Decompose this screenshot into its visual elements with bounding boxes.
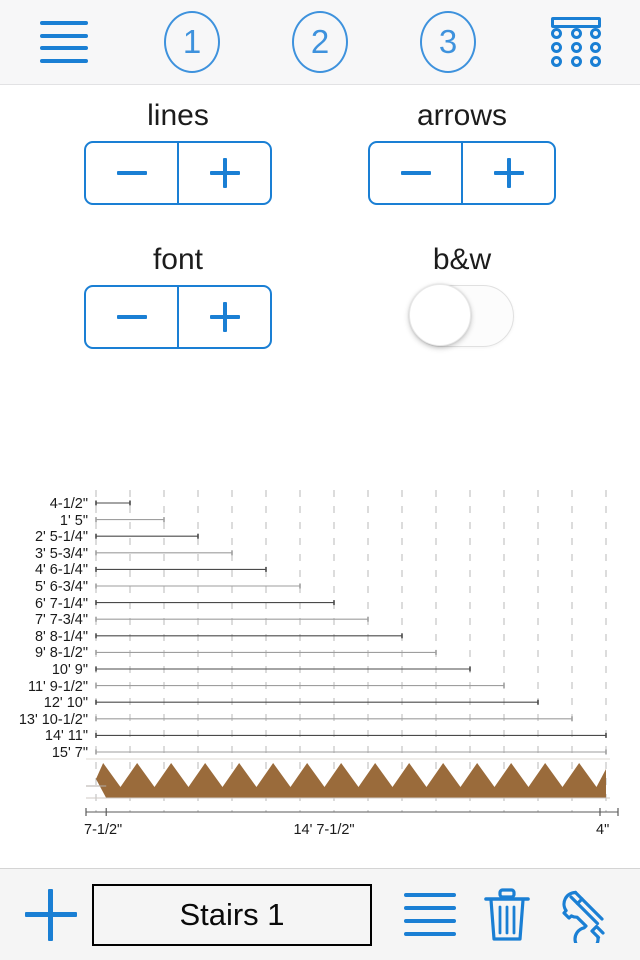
hamburger-menu-icon xyxy=(40,21,88,63)
delete-button[interactable] xyxy=(482,887,532,943)
toggle-knob xyxy=(409,284,471,346)
plus-icon xyxy=(209,158,240,188)
circle-number-3-icon: 3 xyxy=(420,11,476,73)
riser-dimension-label: 5' 6-3/4" xyxy=(34,579,88,595)
wrench-icon xyxy=(562,890,605,943)
font-decrement-button[interactable] xyxy=(86,287,177,347)
step-tab-2[interactable]: 2 xyxy=(256,0,384,84)
minus-icon xyxy=(400,171,431,175)
stair-diagram: 4-1/2" 1' 5" 2' 5-1/4" 3' 5-3/4" 4' 6-1/4" 5'… xyxy=(0,460,640,865)
font-control: font xyxy=(18,245,338,349)
riser-dimension-label: 12' 10" xyxy=(43,695,88,712)
bw-toggle[interactable] xyxy=(409,284,514,347)
list-button[interactable] xyxy=(404,892,456,937)
menu-button[interactable] xyxy=(0,0,128,84)
plus-icon xyxy=(493,158,524,188)
bw-label: b&w xyxy=(432,243,492,276)
riser-dimension-label: 7' 7-3/4" xyxy=(34,612,88,629)
font-increment-button[interactable] xyxy=(177,287,270,347)
riser-dimension-label: 11' 9-1/2" xyxy=(27,678,88,695)
riser-dimension-label: 2' 5-1/4" xyxy=(34,529,88,546)
riser-dimension-label: 10' 9" xyxy=(51,662,88,678)
riser-dimension-label: 6' 7-1/4" xyxy=(34,595,88,612)
lines-decrement-button[interactable] xyxy=(86,143,177,203)
circle-number-1-icon: 1 xyxy=(164,11,220,73)
run-label-center: 14' 7-1/2" xyxy=(293,822,355,838)
calculator-button[interactable] xyxy=(512,0,640,84)
lines-increment-button[interactable] xyxy=(177,143,270,203)
riser-dimension-label: 3' 5-3/4" xyxy=(34,545,88,562)
riser-dimension-label: 15' 7" xyxy=(51,745,88,761)
calculator-icon xyxy=(549,17,603,67)
font-stepper xyxy=(84,285,272,349)
run-label-left: 7-1/2" xyxy=(84,822,123,838)
settings-controls: lines arrows font b&w xyxy=(0,85,640,460)
plus-icon xyxy=(209,302,240,332)
riser-dimension-label: 4-1/2" xyxy=(49,496,88,512)
step-tab-3[interactable]: 3 xyxy=(384,0,512,84)
settings-button[interactable] xyxy=(558,887,614,943)
font-label: font xyxy=(152,243,204,276)
run-label-right: 4" xyxy=(596,822,610,838)
riser-dimension-label: 14' 11" xyxy=(44,728,88,745)
bottom-toolbar: Stairs 1 xyxy=(0,868,640,960)
bottom-icon-group xyxy=(372,869,640,960)
lines-label: lines xyxy=(147,99,209,132)
trash-icon xyxy=(484,887,530,941)
stair-diagram-canvas xyxy=(85,490,619,816)
arrows-stepper xyxy=(368,141,556,205)
project-name-input[interactable]: Stairs 1 xyxy=(92,883,372,946)
bw-control: b&w xyxy=(302,245,622,347)
arrows-label: arrows xyxy=(416,99,507,132)
arrows-decrement-button[interactable] xyxy=(370,143,461,203)
minus-icon xyxy=(116,171,147,175)
riser-dimension-label: 9' 8-1/2" xyxy=(34,645,88,662)
lines-control: lines xyxy=(18,101,338,205)
top-toolbar: 1 2 3 xyxy=(0,0,640,85)
arrows-increment-button[interactable] xyxy=(461,143,554,203)
circle-number-2-icon: 2 xyxy=(292,11,348,73)
minus-icon xyxy=(116,315,147,319)
riser-dimension-label: 4' 6-1/4" xyxy=(34,562,88,579)
riser-dimension-label: 1' 5" xyxy=(59,512,88,529)
lines-stepper xyxy=(84,141,272,205)
riser-dimension-label: 8' 8-1/4" xyxy=(34,628,88,645)
riser-dimension-label: 13' 10-1/2" xyxy=(18,711,88,728)
add-button[interactable] xyxy=(22,886,80,944)
arrows-control: arrows xyxy=(302,101,622,205)
step-tab-1[interactable]: 1 xyxy=(128,0,256,84)
